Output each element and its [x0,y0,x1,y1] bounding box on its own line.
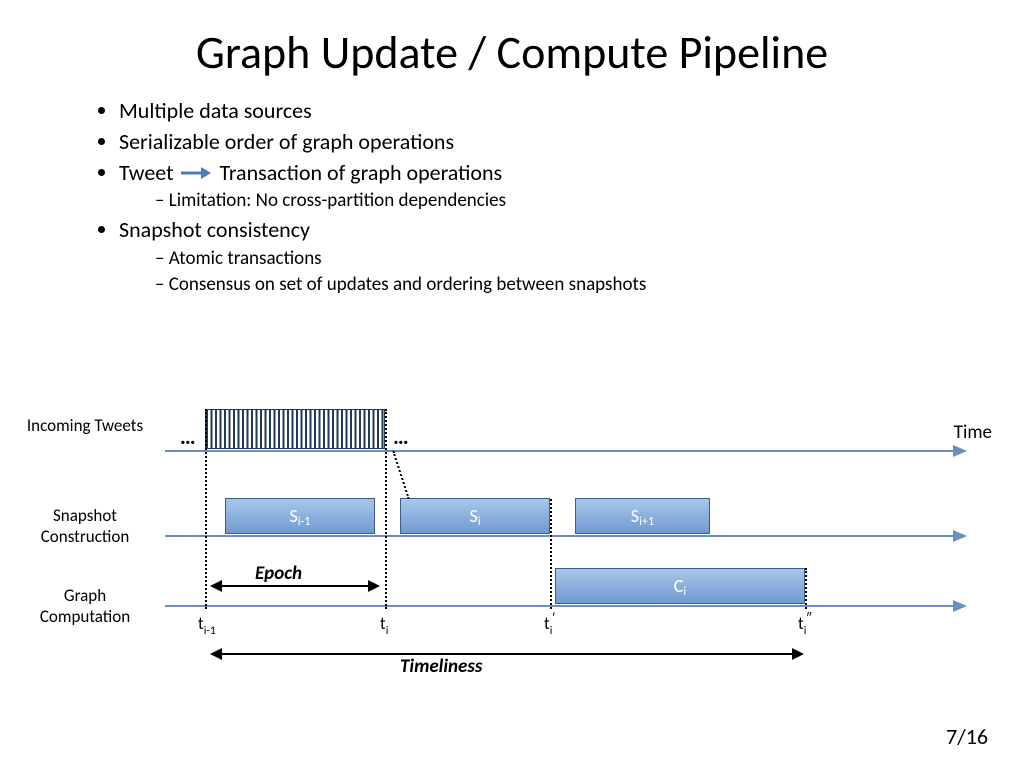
epoch-arrow [212,585,378,587]
tick-label: ti [380,613,388,634]
bullet-list: Multiple data sources Serializable order… [0,96,1024,299]
tweets-hatching [205,409,385,449]
bullet-item: Serializable order of graph operations [119,127,1024,158]
timeliness-label: Timeliness [400,655,482,678]
snapshot-box-cur: Si [400,498,550,534]
bullet-text: Transaction of graph operations [219,158,502,189]
slide-title: Graph Update / Compute Pipeline [0,0,1024,96]
guide-line [385,409,387,609]
bullet-text: Tweet [119,158,173,189]
snapshot-box-next: Si+1 [575,498,710,534]
dots-icon: … [393,423,409,450]
guide-line [805,568,807,609]
row-label-snapshot: Snapshot Construction [20,505,150,547]
arrow-right-icon [181,166,211,180]
guide-line [550,499,552,609]
time-axis-2 [165,535,965,537]
timeliness-arrow [212,653,802,655]
snapshot-box-prev: Si-1 [225,498,375,534]
guide-line-diag [377,451,410,499]
bullet-item: Multiple data sources [119,96,1024,127]
compute-box: Ci [555,568,805,604]
bullet-item: Tweet Transaction of graph operations Li… [119,158,1024,215]
time-axis-1 [165,450,965,452]
row-label-graph: Graph Computation [20,585,150,627]
time-axis-3 [165,605,965,607]
dots-icon: … [180,423,196,450]
tick-label: ti-1 [198,613,216,634]
bullet-item: Snapshot consistency Atomic transactions… [119,215,1024,299]
time-label: Time [954,421,992,444]
sub-bullet-item: Limitation: No cross-partition dependenc… [155,188,1024,215]
epoch-label: Epoch [255,562,302,585]
row-label-incoming: Incoming Tweets [20,415,150,436]
tick-label: ti″ [798,613,812,634]
timeline-diagram: Incoming Tweets Snapshot Construction Gr… [0,405,1024,725]
sub-bullet-item: Atomic transactions [155,246,1024,273]
sub-bullet-item: Consensus on set of updates and ordering… [155,272,1024,299]
page-number: 7/16 [946,723,988,750]
tick-label: ti′ [544,613,555,634]
guide-line [205,409,207,609]
